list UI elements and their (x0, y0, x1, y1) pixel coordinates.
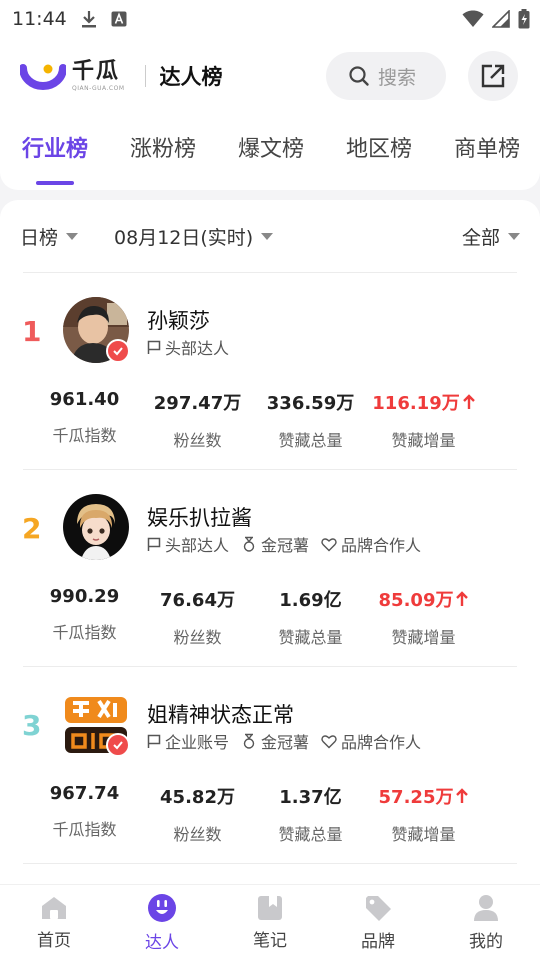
tab-fans-growth[interactable]: 涨粉榜 (130, 131, 196, 163)
page-title: 达人榜 (159, 65, 223, 89)
nav-brand[interactable]: 品牌 (324, 885, 432, 960)
ranking-row[interactable]: 2 娱乐扒拉酱 头部达人 金冠薯 品牌合作人 990.29 千瓜指数 76.64… (0, 470, 540, 666)
bottom-nav: 首页 达人 笔记 品牌 我的 (0, 884, 540, 960)
tag-list: 企业账号 金冠薯 品牌合作人 (147, 729, 421, 753)
influencer-name[interactable]: 姐精神状态正常 (147, 699, 294, 729)
search-button[interactable]: 搜索 (326, 52, 446, 100)
ranking-row[interactable]: 3 姐精神状态正常 企业账号 金冠薯 品牌合作人 967.74 千瓜指数 45.… (0, 667, 540, 863)
date-label: 08月12日(实时) (114, 226, 254, 249)
stat-likes: 1.69亿 赞藏总量 (278, 590, 343, 647)
tag-item: 头部达人 (147, 532, 229, 556)
wifi-icon (462, 10, 484, 28)
search-placeholder: 搜索 (378, 66, 417, 89)
qiangua-logo: 千瓜 QIAN-GUA.COM (20, 60, 125, 92)
app-bar: 千瓜 QIAN-GUA.COM 达人榜 搜索 (0, 38, 540, 114)
verified-badge-icon (106, 733, 130, 757)
nav-influencer[interactable]: 达人 (108, 885, 216, 960)
nav-home[interactable]: 首页 (0, 885, 108, 960)
ranking-tabs: 行业榜 涨粉榜 爆文榜 地区榜 商单榜 (0, 114, 540, 185)
filter-bar: 日榜 08月12日(实时) 全部 (0, 200, 540, 272)
arrow-up-icon (456, 788, 469, 803)
ranking-row[interactable]: 1 孙颖莎 头部达人 961.40 千瓜指数 297.47万 粉丝数 336.5… (0, 273, 540, 469)
tab-business[interactable]: 商单榜 (454, 131, 520, 163)
ranking-list-card: 日榜 08月12日(实时) 全部 1 孙颖莎 头部达人 961.40 千瓜指数 … (0, 200, 540, 884)
arrow-up-icon (456, 591, 469, 606)
download-icon (81, 10, 97, 28)
tag-item: 企业账号 (147, 729, 229, 753)
nav-profile[interactable]: 我的 (432, 885, 540, 960)
chevron-down-icon (261, 232, 274, 240)
stat-index: 990.29 千瓜指数 (49, 586, 120, 642)
search-icon (349, 66, 369, 86)
chevron-down-icon (66, 232, 79, 240)
share-button[interactable] (468, 51, 518, 101)
logo-main-text: 千瓜 (72, 58, 121, 84)
stats-row: 990.29 千瓜指数 76.64万 粉丝数 1.69亿 赞藏总量 85.09万 赞藏… (0, 586, 540, 648)
tag-item: 品牌合作人 (321, 729, 421, 753)
stats-row: 961.40 千瓜指数 297.47万 粉丝数 336.59万 赞藏总量 116.19… (0, 389, 540, 451)
tag-item: 金冠薯 (241, 532, 309, 556)
notes-icon (258, 895, 282, 920)
home-icon (42, 896, 66, 919)
heart-icon (321, 734, 337, 748)
header-divider (144, 65, 146, 87)
profile-icon (474, 894, 498, 921)
scope-label: 全部 (461, 226, 500, 249)
logo-mark-icon (20, 64, 66, 90)
stat-index: 967.74 千瓜指数 (49, 783, 120, 839)
share-external-icon (481, 64, 505, 88)
tag-item: 品牌合作人 (321, 532, 421, 556)
influencer-icon (148, 893, 176, 922)
heart-icon (321, 537, 337, 551)
medal-icon (243, 733, 255, 749)
divider (23, 863, 517, 864)
rank-number: 1 (22, 315, 42, 348)
stat-likes: 1.37亿 赞藏总量 (278, 787, 343, 844)
tab-industry[interactable]: 行业榜 (22, 131, 88, 185)
logo-sub-text: QIAN-GUA.COM (72, 84, 125, 92)
tag-list: 头部达人 金冠薯 品牌合作人 (147, 532, 421, 556)
period-label: 日榜 (20, 226, 59, 249)
rank-number: 3 (22, 709, 42, 742)
arrow-up-icon (462, 394, 475, 409)
keyboard-a-icon (111, 11, 127, 27)
flag-icon (147, 340, 161, 354)
period-dropdown[interactable]: 日榜 (20, 223, 79, 250)
brand-tag-icon (366, 895, 391, 921)
header-card: 千瓜 QIAN-GUA.COM 达人榜 搜索 行业榜 涨粉榜 爆文榜 地区榜 商… (0, 38, 540, 190)
flag-icon (147, 537, 161, 551)
rank-number: 2 (22, 512, 42, 545)
stat-likes: 336.59万 赞藏总量 (266, 393, 355, 450)
date-dropdown[interactable]: 08月12日(实时) (114, 223, 274, 250)
battery-charging-icon (518, 9, 530, 29)
status-time: 11:44 (12, 8, 67, 30)
influencer-name[interactable]: 孙颖莎 (147, 305, 210, 335)
tab-viral-posts[interactable]: 爆文榜 (238, 131, 304, 163)
influencer-name[interactable]: 娱乐扒拉酱 (147, 502, 252, 532)
stats-row: 967.74 千瓜指数 45.82万 粉丝数 1.37亿 赞藏总量 57.25万 赞藏… (0, 783, 540, 845)
tag-item: 金冠薯 (241, 729, 309, 753)
stat-index: 961.40 千瓜指数 (49, 389, 120, 445)
verified-badge-icon (106, 339, 130, 363)
stat-fans: 297.47万 粉丝数 (153, 393, 242, 450)
tag-item: 头部达人 (147, 335, 229, 359)
tag-list: 头部达人 (147, 335, 229, 359)
flag-icon (147, 734, 161, 748)
tab-region[interactable]: 地区榜 (346, 131, 412, 163)
signal-icon (492, 10, 510, 28)
medal-icon (243, 536, 255, 552)
stat-growth: 57.25万 赞藏增量 (367, 783, 480, 845)
chevron-down-icon (508, 232, 520, 240)
stat-growth: 85.09万 赞藏增量 (367, 586, 480, 648)
status-bar: 11:44 (0, 0, 540, 38)
avatar (63, 494, 129, 560)
stat-growth: 116.19万 赞藏增量 (367, 389, 480, 451)
stat-fans: 45.82万 粉丝数 (160, 787, 235, 844)
scope-dropdown[interactable]: 全部 (462, 223, 520, 250)
stat-fans: 76.64万 粉丝数 (160, 590, 235, 647)
nav-notes[interactable]: 笔记 (216, 885, 324, 960)
